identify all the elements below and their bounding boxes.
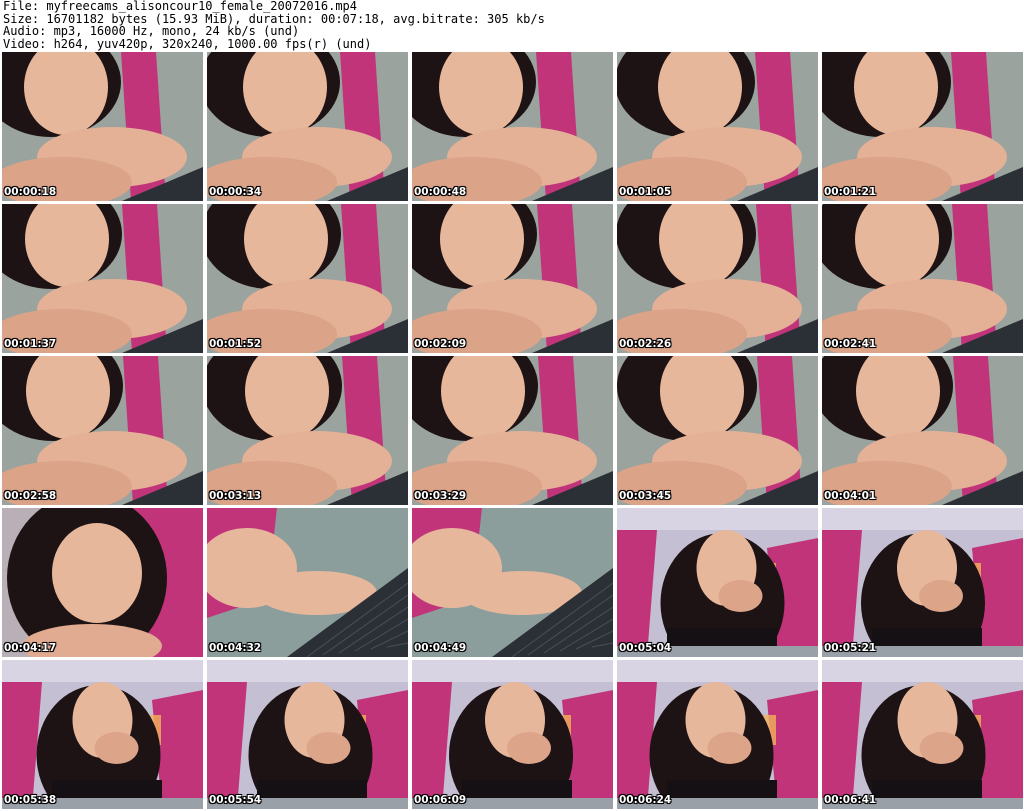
video-frame-image (617, 508, 818, 657)
video-frame-image (2, 508, 203, 657)
video-thumbnail: 00:05:54 (207, 660, 408, 809)
thumbnail-timestamp: 00:05:04 (619, 642, 672, 654)
video-frame-image (412, 508, 613, 657)
video-thumbnail: 00:05:21 (822, 508, 1023, 657)
video-frame-image (207, 204, 408, 353)
thumbnail-timestamp: 00:06:24 (619, 794, 672, 806)
video-thumbnail: 00:04:49 (412, 508, 613, 657)
video-thumbnail: 00:01:52 (207, 204, 408, 353)
video-thumbnail: 00:03:13 (207, 356, 408, 505)
video-frame-image (2, 356, 203, 505)
video-thumbnail: 00:04:01 (822, 356, 1023, 505)
video-thumbnail: 00:01:37 (2, 204, 203, 353)
video-thumbnail: 00:03:45 (617, 356, 818, 505)
video-thumbnail: 00:06:41 (822, 660, 1023, 809)
thumbnail-timestamp: 00:02:41 (824, 338, 877, 350)
video-thumbnail: 00:00:48 (412, 52, 613, 201)
video-thumbnail: 00:00:34 (207, 52, 408, 201)
thumbnail-timestamp: 00:01:21 (824, 186, 877, 198)
thumbnail-timestamp: 00:00:18 (4, 186, 57, 198)
video-frame-image (2, 204, 203, 353)
video-thumbnail: 00:05:38 (2, 660, 203, 809)
video-thumbnail: 00:02:58 (2, 356, 203, 505)
thumbnail-timestamp: 00:02:26 (619, 338, 672, 350)
video-frame-image (207, 52, 408, 201)
thumbnail-timestamp: 00:04:32 (209, 642, 262, 654)
video-frame-image (822, 356, 1023, 505)
thumbnail-timestamp: 00:03:13 (209, 490, 262, 502)
thumbnail-timestamp: 00:01:52 (209, 338, 262, 350)
file-name-line: File: myfreecams_alisoncour10_female_200… (3, 0, 358, 13)
audio-info-line: Audio: mp3, 16000 Hz, mono, 24 kb/s (und… (3, 24, 300, 38)
video-thumbnail: 00:02:09 (412, 204, 613, 353)
video-frame-image (207, 660, 408, 809)
video-frame-image (207, 356, 408, 505)
thumbnail-timestamp: 00:01:05 (619, 186, 672, 198)
thumbnail-timestamp: 00:02:09 (414, 338, 467, 350)
video-thumbnail: 00:06:09 (412, 660, 613, 809)
video-thumbnail: 00:02:26 (617, 204, 818, 353)
thumbnail-timestamp: 00:03:29 (414, 490, 467, 502)
video-thumbnail: 00:00:18 (2, 52, 203, 201)
video-frame-image (617, 660, 818, 809)
thumbnail-timestamp: 00:04:17 (4, 642, 57, 654)
video-frame-image (412, 52, 613, 201)
thumbnail-timestamp: 00:05:54 (209, 794, 262, 806)
thumbnail-timestamp: 00:00:48 (414, 186, 467, 198)
thumbnail-timestamp: 00:04:49 (414, 642, 467, 654)
video-frame-image (617, 52, 818, 201)
video-frame-image (822, 204, 1023, 353)
video-frame-image (2, 660, 203, 809)
video-thumbnail: 00:04:32 (207, 508, 408, 657)
thumbnail-timestamp: 00:06:41 (824, 794, 877, 806)
video-thumbnail: 00:01:05 (617, 52, 818, 201)
video-frame-image (2, 52, 203, 201)
video-thumbnail: 00:04:17 (2, 508, 203, 657)
thumbnail-timestamp: 00:05:21 (824, 642, 877, 654)
thumbnail-timestamp: 00:04:01 (824, 490, 877, 502)
video-thumbnail: 00:01:21 (822, 52, 1023, 201)
thumbnail-timestamp: 00:02:58 (4, 490, 57, 502)
video-frame-image (412, 356, 613, 505)
thumbnail-grid: 00:00:18 00:00:34 00:00:48 00:01:05 00:01:21… (2, 52, 1023, 809)
thumbnail-timestamp: 00:05:38 (4, 794, 57, 806)
video-frame-image (822, 52, 1023, 201)
video-frame-image (822, 508, 1023, 657)
video-info-line: Video: h264, yuv420p, 320x240, 1000.00 f… (3, 36, 372, 51)
video-thumbnail: 00:03:29 (412, 356, 613, 505)
thumbnail-timestamp: 00:06:09 (414, 794, 467, 806)
video-frame-image (617, 204, 818, 353)
thumbnail-timestamp: 00:01:37 (4, 338, 57, 350)
video-frame-image (412, 204, 613, 353)
video-thumbnail: 00:06:24 (617, 660, 818, 809)
file-info-header: File: myfreecams_alisoncour10_female_200… (3, 0, 1021, 50)
video-thumbnail: 00:02:41 (822, 204, 1023, 353)
thumbnail-timestamp: 00:00:34 (209, 186, 262, 198)
video-thumbnail: 00:05:04 (617, 508, 818, 657)
video-frame-image (207, 508, 408, 657)
video-frame-image (822, 660, 1023, 809)
video-frame-image (617, 356, 818, 505)
thumbnail-timestamp: 00:03:45 (619, 490, 672, 502)
video-frame-image (412, 660, 613, 809)
